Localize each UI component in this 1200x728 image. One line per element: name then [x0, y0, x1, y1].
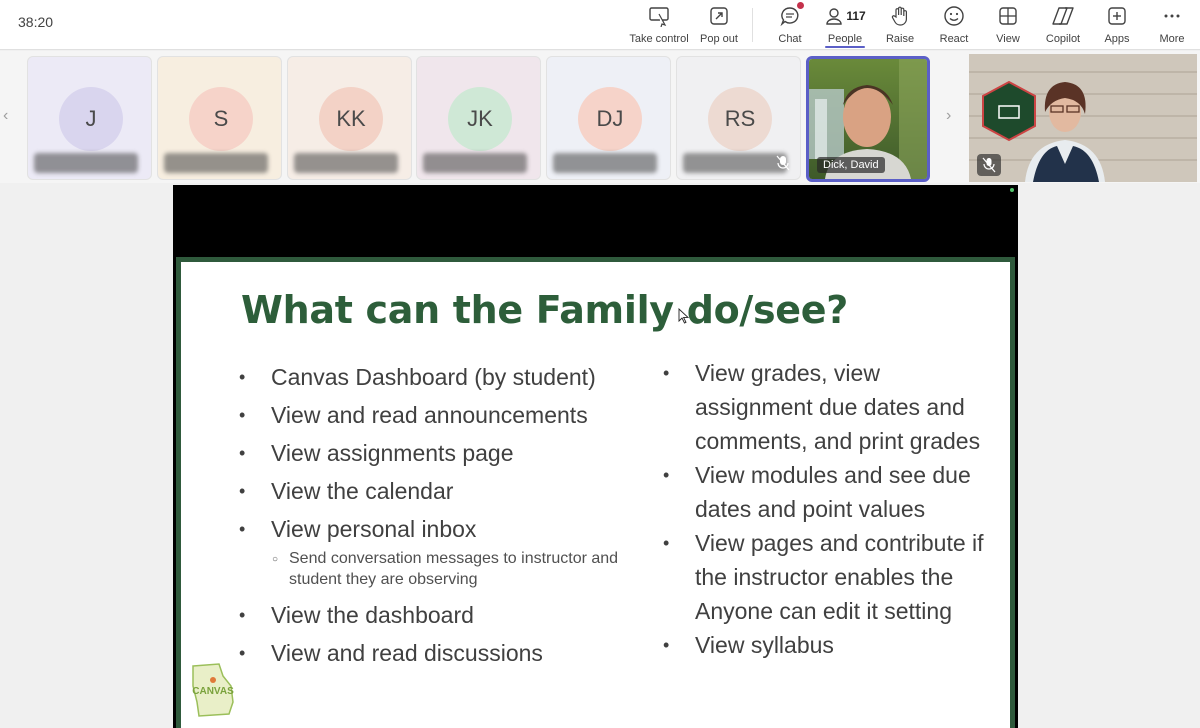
share-indicator-dot	[1010, 188, 1014, 192]
take-control-label: Take control	[629, 33, 689, 45]
avatar: RS	[708, 87, 772, 151]
people-label: People	[827, 33, 863, 45]
raise-hand-icon	[890, 4, 910, 28]
self-mic-muted-icon[interactable]	[977, 154, 1001, 176]
participant-tile[interactable]: JK	[416, 56, 541, 180]
react-icon	[943, 4, 965, 28]
people-count: 117	[846, 9, 866, 23]
meeting-toolbar: 38:20 Take control Pop out Chat 117 Peop…	[0, 0, 1200, 50]
people-icon	[826, 8, 843, 25]
bullet-item: View pages and contribute if the instruc…	[661, 526, 1001, 628]
pop-out-icon	[709, 4, 729, 28]
view-button[interactable]: View	[993, 0, 1023, 50]
chat-button[interactable]: Chat	[773, 0, 807, 50]
view-label: View	[996, 33, 1020, 45]
mic-muted-icon	[776, 155, 790, 171]
bullet-item: View grades, view assignment due dates a…	[661, 356, 1001, 458]
mouse-cursor-icon	[678, 308, 690, 324]
avatar: JK	[448, 87, 512, 151]
participant-strip: ‹ J S KK JK DJ RS Dick, David ›	[0, 51, 1200, 183]
sub-bullet-item: Send conversation messages to instructor…	[237, 548, 637, 590]
react-button[interactable]: React	[938, 0, 970, 50]
raise-hand-label: Raise	[885, 33, 915, 45]
take-control-button[interactable]: Take control	[628, 0, 690, 50]
bullet-item: View and read announcements	[237, 398, 637, 432]
slide-left-column: Canvas Dashboard (by student) View and r…	[237, 360, 637, 674]
apps-icon	[1107, 4, 1127, 28]
slide-title: What can the Family do/see?	[241, 288, 848, 332]
bullet-item: View syllabus	[661, 628, 1001, 662]
pop-out-label: Pop out	[700, 33, 738, 45]
participant-nameplate	[553, 153, 657, 173]
bullet-item: View assignments page	[237, 436, 637, 470]
bullet-item: View modules and see due dates and point…	[661, 458, 1001, 526]
toolbar-divider	[752, 8, 753, 42]
participant-nameplate	[34, 153, 138, 173]
shared-screen: What can the Family do/see? Canvas Dashb…	[173, 185, 1018, 728]
participant-nameplate	[423, 153, 527, 173]
meeting-timer: 38:20	[18, 14, 54, 30]
participant-tile[interactable]: RS	[676, 56, 801, 180]
strip-next-icon[interactable]: ›	[946, 107, 951, 125]
logo-text: CANVAS	[192, 686, 234, 697]
view-icon	[998, 4, 1018, 28]
participant-nameplate	[683, 153, 787, 173]
bullet-item: View the calendar	[237, 474, 637, 508]
copilot-icon	[1051, 4, 1075, 28]
bullet-item: View personal inbox	[237, 512, 637, 546]
slide-right-column: View grades, view assignment due dates a…	[661, 356, 1001, 662]
bullet-item: View and read discussions	[237, 636, 637, 670]
speaker-name: Dick, David	[817, 157, 885, 173]
video-tile-speaker[interactable]: Dick, David	[806, 56, 930, 182]
participant-tile[interactable]: J	[27, 56, 152, 180]
bullet-item: View the dashboard	[237, 598, 637, 632]
self-video-tile[interactable]	[969, 54, 1197, 182]
canvas-georgia-logo: CANVAS	[189, 662, 237, 720]
chat-icon	[779, 2, 804, 28]
raise-hand-button[interactable]: Raise	[883, 0, 917, 50]
avatar: KK	[319, 87, 383, 151]
participant-tile[interactable]: DJ	[546, 56, 671, 180]
self-video-feed	[969, 54, 1197, 182]
chat-label: Chat	[778, 33, 802, 45]
people-button[interactable]: 117 People	[820, 0, 870, 50]
pop-out-button[interactable]: Pop out	[697, 0, 741, 50]
strip-previous-icon[interactable]: ‹	[3, 107, 8, 125]
chat-notification-dot	[797, 2, 804, 9]
apps-label: Apps	[1104, 33, 1130, 45]
avatar: S	[189, 87, 253, 151]
apps-button[interactable]: Apps	[1102, 0, 1132, 50]
avatar: J	[59, 87, 123, 151]
more-button[interactable]: More	[1155, 0, 1189, 50]
copilot-button[interactable]: Copilot	[1043, 0, 1083, 50]
more-icon	[1162, 4, 1182, 28]
participant-nameplate	[164, 153, 268, 173]
people-icon-wrap: 117	[824, 4, 866, 28]
presentation-slide: What can the Family do/see? Canvas Dashb…	[176, 257, 1015, 728]
participant-tile[interactable]: S	[157, 56, 282, 180]
bullet-item: Canvas Dashboard (by student)	[237, 360, 637, 394]
take-control-icon	[648, 4, 670, 28]
participant-nameplate	[294, 153, 398, 173]
participant-tile[interactable]: KK	[287, 56, 412, 180]
avatar: DJ	[578, 87, 642, 151]
react-label: React	[939, 33, 969, 45]
copilot-label: Copilot	[1045, 33, 1081, 45]
more-label: More	[1159, 33, 1185, 45]
